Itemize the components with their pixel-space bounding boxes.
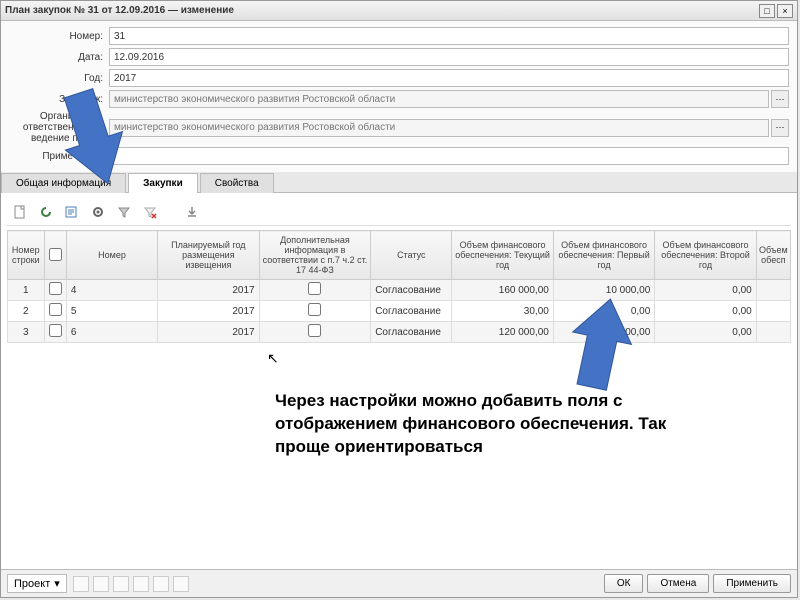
col-fin-more[interactable]: Объем обесп bbox=[756, 231, 790, 280]
col-addinfo[interactable]: Дополнительная информация в соответствии… bbox=[259, 231, 371, 280]
number-label: Номер: bbox=[9, 31, 109, 42]
row-checkbox[interactable] bbox=[49, 282, 62, 295]
row-checkbox[interactable] bbox=[49, 303, 62, 316]
table-row[interactable]: 2 5 2017 Согласование 30,00 0,00 0,00 bbox=[8, 301, 791, 322]
footer-tool-1[interactable] bbox=[73, 576, 89, 592]
col-number[interactable]: Номер bbox=[66, 231, 157, 280]
new-icon[interactable] bbox=[10, 202, 30, 222]
addinfo-checkbox[interactable] bbox=[308, 303, 321, 316]
filter-icon[interactable] bbox=[114, 202, 134, 222]
col-planyear[interactable]: Планируемый год размещения извещения bbox=[158, 231, 259, 280]
content-area: Номер строки Номер Планируемый год разме… bbox=[1, 193, 797, 569]
grid-toolbar bbox=[7, 199, 791, 226]
project-dropdown[interactable]: Проект▾ bbox=[7, 574, 67, 593]
col-check[interactable] bbox=[44, 231, 66, 280]
footer-icons bbox=[73, 576, 189, 592]
footer-tool-6[interactable] bbox=[173, 576, 189, 592]
customer-field[interactable] bbox=[109, 90, 769, 108]
header-checkbox[interactable] bbox=[49, 248, 62, 261]
number-field[interactable] bbox=[109, 27, 789, 45]
note-field[interactable] bbox=[109, 147, 789, 165]
addinfo-checkbox[interactable] bbox=[308, 282, 321, 295]
grid-body: 1 4 2017 Согласование 160 000,00 10 000,… bbox=[8, 280, 791, 343]
footer-tool-2[interactable] bbox=[93, 576, 109, 592]
footer-tool-3[interactable] bbox=[113, 576, 129, 592]
purchases-grid: Номер строки Номер Планируемый год разме… bbox=[7, 230, 791, 343]
year-label: Год: bbox=[9, 73, 109, 84]
footer-tool-5[interactable] bbox=[153, 576, 169, 592]
footer-tool-4[interactable] bbox=[133, 576, 149, 592]
filter-clear-icon[interactable] bbox=[140, 202, 160, 222]
org-field[interactable] bbox=[109, 119, 769, 137]
apply-button[interactable]: Применить bbox=[713, 574, 791, 593]
table-row[interactable]: 3 6 2017 Согласование 120 000,00 2 500,0… bbox=[8, 322, 791, 343]
row-checkbox[interactable] bbox=[49, 324, 62, 337]
table-row[interactable]: 1 4 2017 Согласование 160 000,00 10 000,… bbox=[8, 280, 791, 301]
annotation-arrow-2 bbox=[565, 298, 635, 398]
refresh-icon[interactable] bbox=[36, 202, 56, 222]
col-status[interactable]: Статус bbox=[371, 231, 452, 280]
annotation-arrow-1 bbox=[58, 86, 128, 196]
col-rownum[interactable]: Номер строки bbox=[8, 231, 45, 280]
customer-picker-button[interactable]: ⋯ bbox=[771, 90, 789, 108]
edit-icon[interactable] bbox=[62, 202, 82, 222]
titlebar: План закупок № 31 от 12.09.2016 — измене… bbox=[1, 1, 797, 21]
footer: Проект▾ ОК Отмена Применить bbox=[1, 569, 797, 597]
ok-button[interactable]: ОК bbox=[604, 574, 644, 593]
settings-icon[interactable] bbox=[88, 202, 108, 222]
window-title: План закупок № 31 от 12.09.2016 — измене… bbox=[5, 5, 757, 16]
year-field[interactable] bbox=[109, 69, 789, 87]
maximize-icon[interactable]: □ bbox=[759, 4, 775, 18]
annotation-text: Через настройки можно добавить поля с от… bbox=[275, 390, 695, 459]
tab-purchases[interactable]: Закупки bbox=[128, 173, 198, 193]
col-fin-second[interactable]: Объем финансового обеспечения: Второй го… bbox=[655, 231, 756, 280]
addinfo-checkbox[interactable] bbox=[308, 324, 321, 337]
tab-properties[interactable]: Свойства bbox=[200, 173, 274, 193]
date-label: Дата: bbox=[9, 52, 109, 63]
export-icon[interactable] bbox=[182, 202, 202, 222]
chevron-down-icon: ▾ bbox=[54, 577, 60, 590]
close-icon[interactable]: × bbox=[777, 4, 793, 18]
col-fin-current[interactable]: Объем финансового обеспечения: Текущий г… bbox=[452, 231, 553, 280]
date-field[interactable] bbox=[109, 48, 789, 66]
cursor-icon: ↖ bbox=[267, 350, 279, 367]
cancel-button[interactable]: Отмена bbox=[647, 574, 709, 593]
org-picker-button[interactable]: ⋯ bbox=[771, 119, 789, 137]
col-fin-first[interactable]: Объем финансового обеспечения: Первый го… bbox=[553, 231, 654, 280]
